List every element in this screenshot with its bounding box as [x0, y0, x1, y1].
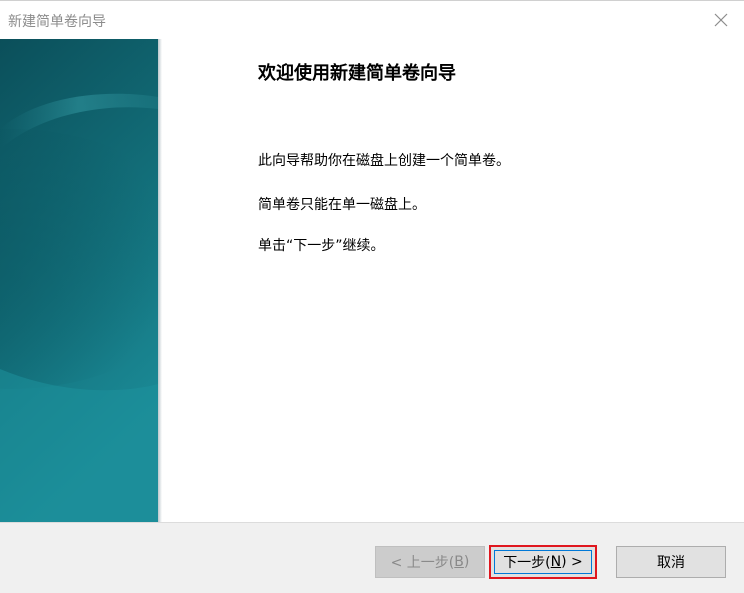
continue-instruction: 单击“下一步”继续。 — [258, 238, 385, 254]
back-button[interactable]: < 上一步(B) — [375, 546, 485, 578]
wizard-heading: 欢迎使用新建简单卷向导 — [258, 63, 456, 84]
wizard-side-banner — [0, 39, 158, 522]
cancel-button-label: 取消 — [657, 555, 685, 571]
next-button-suffix: ) > — [561, 554, 583, 570]
window-title: 新建简单卷向导 — [8, 14, 106, 30]
next-button-prefix: 下一步( — [503, 555, 551, 571]
title-bar: 新建简单卷向导 — [0, 1, 744, 39]
back-button-mnemonic: B — [454, 554, 464, 570]
intro-text: 此向导帮助你在磁盘上创建一个简单卷。 — [258, 153, 510, 169]
wizard-footer: < 上一步(B) 下一步(N) > 取消 — [0, 522, 744, 593]
back-button-suffix: ) — [463, 554, 470, 570]
close-icon — [714, 13, 728, 27]
cancel-button[interactable]: 取消 — [616, 546, 726, 578]
wizard-content: 欢迎使用新建简单卷向导 — [258, 61, 718, 87]
simple-volume-note: 简单卷只能在单一磁盘上。 — [258, 197, 426, 213]
next-button[interactable]: 下一步(N) > — [489, 545, 597, 579]
close-button[interactable] — [698, 1, 744, 39]
side-banner-edge — [158, 39, 162, 522]
next-button-mnemonic: N — [550, 554, 562, 570]
back-button-prefix: < 上一步( — [390, 555, 455, 571]
wizard-window: 新建简单卷向导 欢迎使用新建简单卷向导 此向导帮助你在磁盘上创建一个简单卷。 简… — [0, 0, 744, 593]
